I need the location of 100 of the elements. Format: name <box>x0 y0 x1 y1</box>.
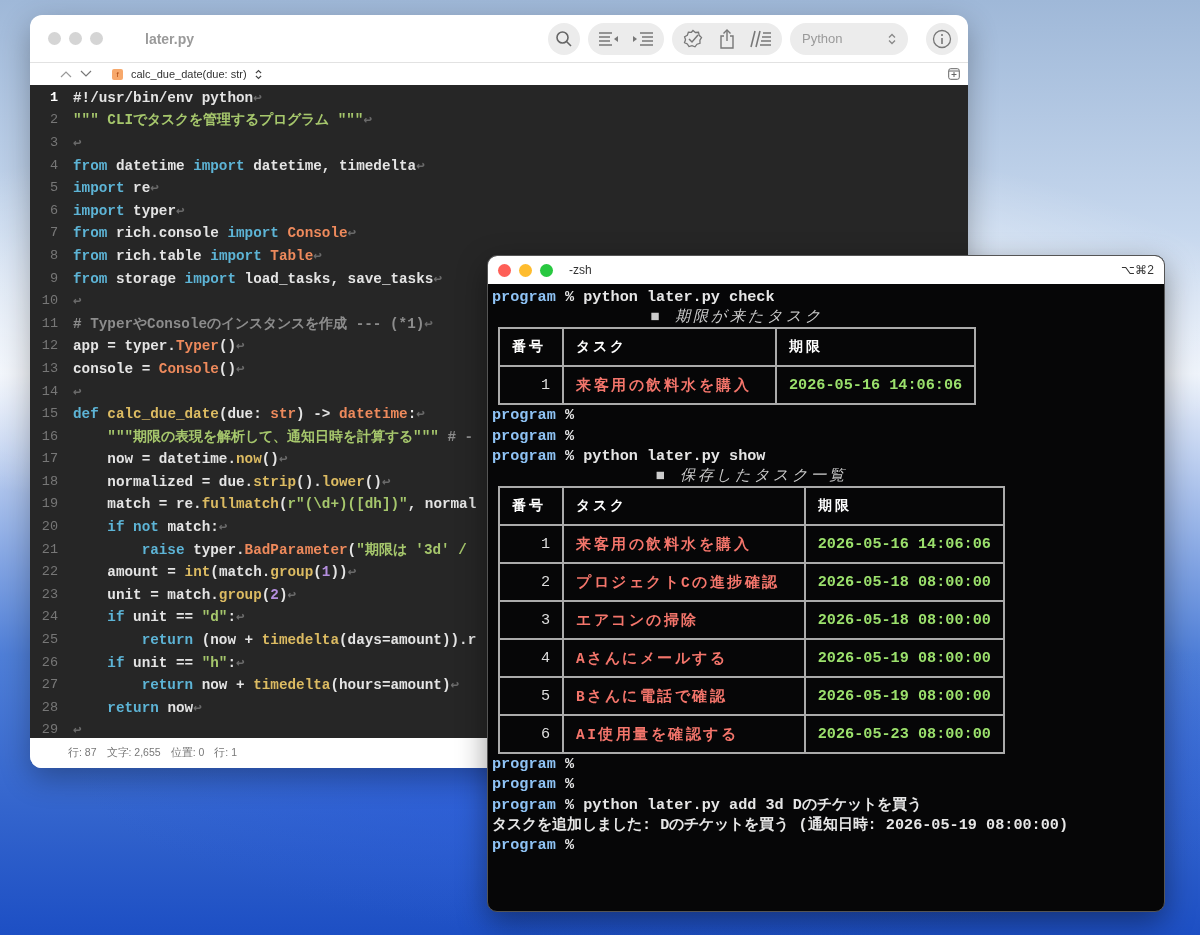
line-number: 20 <box>40 519 58 535</box>
up-down-chevron-icon <box>888 32 896 45</box>
line-number: 22 <box>40 564 58 580</box>
table-cell: エアコンの掃除 <box>563 601 805 640</box>
prompt-line: program % python later.py check <box>492 287 776 308</box>
status-item: 行: 87 <box>68 746 97 760</box>
prompt-line: program % <box>492 834 576 856</box>
table-cell: 5 <box>499 677 563 716</box>
code-line: return (now + timedelta(days=amount)).r <box>140 631 477 648</box>
code-line: ↩ <box>73 382 82 400</box>
table-cell: 4 <box>499 639 563 678</box>
column-header: 期限 <box>776 328 976 367</box>
shortcut-label: ⌥⌘2 <box>1121 263 1154 277</box>
status-item: 位置: 0 <box>170 746 205 760</box>
code-line: amount = int(match.group(1))↩ <box>106 563 357 581</box>
code-line: app = typer.Typer()↩ <box>73 337 245 355</box>
line-number: 16 <box>40 428 58 444</box>
function-icon: f <box>112 68 123 80</box>
code-line: from storage import load_tasks, save_tasks↩ <box>73 269 442 287</box>
code-line: match = re.fullmatch(r"(\d+)([dh])", normal <box>106 496 477 512</box>
table-cell: 1 <box>499 525 563 564</box>
status-item: 文字: 2,655 <box>106 746 161 760</box>
code-line: """期限の表現を解析して、通知日時を計算する""" # - <box>106 427 474 446</box>
line-number: 19 <box>40 496 58 512</box>
prompt-line: program % <box>492 754 576 775</box>
minimize-button[interactable] <box>519 263 532 277</box>
search-button[interactable] <box>548 22 580 55</box>
chevron-down-icon[interactable] <box>80 70 92 78</box>
code-line: return now↩ <box>106 698 202 716</box>
code-line: unit = match.group(2)↩ <box>106 585 297 603</box>
prompt-line: program % <box>492 405 576 426</box>
chevron-up-icon[interactable] <box>60 70 72 78</box>
table-cell: 来客用の飲料水を購入 <box>563 525 805 564</box>
line-number: 14 <box>40 383 58 399</box>
table-cell: AI使用量を確認する <box>563 715 805 754</box>
prompt-line: program % python later.py show <box>492 445 767 466</box>
code-line: ↩ <box>73 134 82 151</box>
line-number: 23 <box>40 586 58 602</box>
line-number: 13 <box>40 360 58 376</box>
table-cell: 2026-05-16 14:06:06 <box>776 366 976 405</box>
table-title: ■ 期限が来たタスク <box>650 308 824 327</box>
code-line: #!/usr/bin/env python↩ <box>73 88 262 106</box>
indent-icon <box>632 30 654 47</box>
line-number: 1 <box>48 89 58 105</box>
code-line: return now + timedelta(hours=amount)↩ <box>140 676 460 694</box>
code-line: """ CLIでタスクを管理するプログラム """↩ <box>73 111 372 130</box>
table-cell: プロジェクトCの進捗確認 <box>563 563 805 602</box>
up-down-chevron-icon <box>254 68 262 80</box>
line-number: 27 <box>40 677 58 693</box>
line-number: 18 <box>40 473 58 489</box>
code-line: raise typer.BadParameter("期限は '3d' / <box>140 540 467 559</box>
badge-check-icon <box>683 28 703 49</box>
table-cell: 2026-05-18 08:00:00 <box>804 563 1004 602</box>
table-cell: 1 <box>499 366 563 405</box>
code-line: if unit == "d":↩ <box>106 608 245 626</box>
code-line: from datetime import datetime, timedelta↩ <box>73 156 425 174</box>
column-header: タスク <box>563 487 805 526</box>
line-number: 28 <box>40 699 58 715</box>
table-cell: 3 <box>499 601 563 640</box>
line-number: 4 <box>48 157 58 173</box>
code-line: if unit == "h":↩ <box>106 653 245 671</box>
code-line: import re↩ <box>73 179 159 197</box>
code-line: ↩ <box>73 721 82 738</box>
column-header: 番号 <box>499 328 563 367</box>
share-icon <box>719 28 735 49</box>
code-line: # TyperやConsoleのインスタンスを作成 --- (*1)↩ <box>73 314 433 333</box>
line-number: 26 <box>40 654 58 670</box>
prompt-line: program % <box>492 425 576 446</box>
table-cell: 2026-05-16 14:06:06 <box>804 525 1004 564</box>
line-number: 15 <box>40 406 58 422</box>
window-title: -zsh <box>569 263 592 277</box>
table-cell: 2026-05-18 08:00:00 <box>804 601 1004 640</box>
function-selector[interactable]: calc_due_date(due: str) <box>131 68 247 80</box>
line-number: 21 <box>40 541 58 557</box>
close-button[interactable] <box>498 263 511 277</box>
line-number: 6 <box>48 202 58 218</box>
code-line: ↩ <box>73 292 82 310</box>
code-line: from rich.table import Table↩ <box>73 246 322 264</box>
line-number: 12 <box>40 338 58 354</box>
outdent-icon <box>598 30 620 47</box>
zoom-button[interactable] <box>540 263 553 277</box>
comment-slash-icon <box>750 29 772 48</box>
table-cell: Bさんに電話で確認 <box>563 677 805 716</box>
line-number: 3 <box>48 135 58 150</box>
column-header: タスク <box>563 328 776 367</box>
table-cell: 6 <box>499 715 563 754</box>
info-button[interactable] <box>926 22 958 55</box>
info-icon <box>932 28 952 49</box>
table-cell: 2026-05-23 08:00:00 <box>804 715 1004 754</box>
output-line: タスクを追加しました: Dのチケットを買う (通知日時: 2026-05-19 08:00:00) <box>492 814 1070 835</box>
code-line: console = Console()↩ <box>73 359 245 377</box>
column-header: 番号 <box>499 487 563 526</box>
prompt-line: program % <box>492 774 576 795</box>
line-number: 10 <box>40 293 58 309</box>
search-icon <box>555 29 573 48</box>
table-cell: 来客用の飲料水を購入 <box>563 366 776 405</box>
line-number: 2 <box>48 112 58 128</box>
add-pane-icon[interactable] <box>948 68 960 80</box>
code-line: now = datetime.now()↩ <box>106 450 288 468</box>
line-number: 29 <box>40 722 58 738</box>
